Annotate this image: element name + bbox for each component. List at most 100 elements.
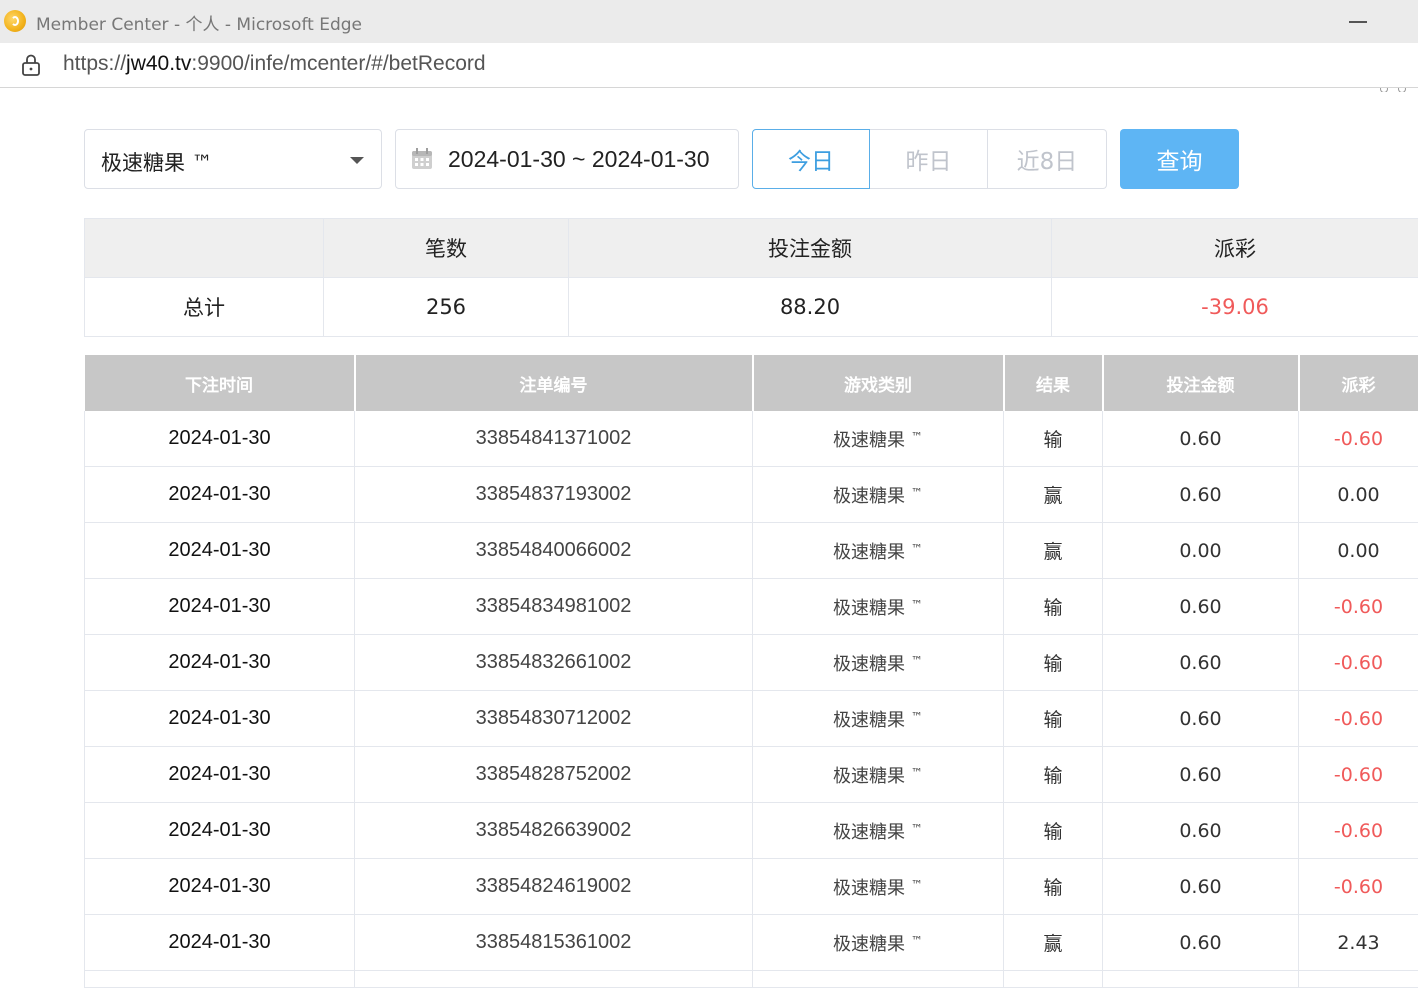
- cell-payout: -0.60: [1298, 858, 1418, 915]
- game-select[interactable]: 极速糖果 ™: [84, 129, 382, 189]
- cell-game: 极速糖果 ™: [752, 522, 1004, 579]
- trademark-mark: ™: [911, 709, 923, 724]
- cell-time: 2024-01-30: [84, 914, 355, 971]
- cell-game: 极速糖果 ™: [752, 746, 1004, 803]
- game-name: 极速糖果: [833, 877, 905, 899]
- cell-result: 赢: [1003, 466, 1103, 523]
- table-row[interactable]: 2024-01-30 33854837193002 极速糖果 ™ 赢 0.60 0.00: [84, 466, 1418, 523]
- cell-bet-amount: 0.60: [1102, 802, 1299, 859]
- url-path: :9900/infe/mcenter/#/betRecord: [191, 52, 486, 75]
- date-range-picker[interactable]: 2024-01-30 ~ 2024-01-30: [395, 129, 739, 189]
- cell-result: 赢: [1003, 914, 1103, 971]
- cell-time: 2024-01-30: [84, 466, 355, 523]
- summary-header-row: 笔数 投注金额 派彩: [84, 218, 1418, 278]
- game-name: 极速糖果: [833, 541, 905, 563]
- chevron-down-icon[interactable]: [350, 157, 364, 164]
- cell-bet-amount: 0.60: [1102, 858, 1299, 915]
- cell-time: 2024-01-30: [84, 690, 355, 747]
- table-row[interactable]: 2024-01-30 33854824619002 极速糖果 ™ 输 0.60 -0.60: [84, 858, 1418, 915]
- url-scheme: https://: [63, 52, 127, 75]
- table-row[interactable]: 2024-01-30 33854830712002 极速糖果 ™ 输 0.60 -0.60: [84, 690, 1418, 747]
- game-name: 极速糖果: [833, 765, 905, 787]
- game-name: 极速糖果: [833, 709, 905, 731]
- records-body: 2024-01-30 33854841371002 极速糖果 ™ 输 0.60 -0.60 2…: [84, 411, 1418, 988]
- cell-empty: [354, 970, 753, 988]
- today-button[interactable]: 今日: [752, 129, 870, 189]
- cell-result: 输: [1003, 411, 1103, 467]
- cell-game: 极速糖果 ™: [752, 634, 1004, 691]
- cell-time: 2024-01-30: [84, 522, 355, 579]
- table-row[interactable]: 2024-01-30 33854826639002 极速糖果 ™ 输 0.60 -0.60: [84, 802, 1418, 859]
- summary-header-blank: [84, 218, 324, 278]
- cell-game: 极速糖果 ™: [752, 858, 1004, 915]
- cell-bet-id: 33854841371002: [354, 411, 753, 467]
- table-row[interactable]: 2024-01-30 33854841371002 极速糖果 ™ 输 0.60 -0.60: [84, 411, 1418, 467]
- cell-bet-amount: 0.60: [1102, 914, 1299, 971]
- date-range-value: 2024-01-30 ~ 2024-01-30: [448, 146, 710, 172]
- last-8-days-button[interactable]: 近8日: [988, 129, 1107, 189]
- summary-table: 笔数 投注金额 派彩 总计 256 88.20 -39.06: [84, 218, 1418, 337]
- window-title: Member Center - 个人 - Microsoft Edge: [36, 15, 362, 35]
- cell-bet-id: 33854832661002: [354, 634, 753, 691]
- cell-result: 输: [1003, 858, 1103, 915]
- trademark-mark: ™: [911, 933, 923, 948]
- column-header-bet[interactable]: 投注金额: [1102, 355, 1300, 411]
- table-row[interactable]: 2024-01-30 33854834981002 极速糖果 ™ 输 0.60 -0.60: [84, 578, 1418, 635]
- table-row[interactable]: 2024-01-30 33854840066002 极速糖果 ™ 赢 0.00 0.00: [84, 522, 1418, 579]
- summary-payout: -39.06: [1051, 277, 1418, 337]
- column-header-game[interactable]: 游戏类别: [752, 355, 1005, 411]
- cell-bet-amount: 0.60: [1102, 578, 1299, 635]
- cell-payout: 0.00: [1298, 522, 1418, 579]
- table-row[interactable]: 2024-01-30 33854828752002 极速糖果 ™ 输 0.60 -0.60: [84, 746, 1418, 803]
- trademark-mark: ™: [911, 821, 923, 836]
- corner-controls-cutoff: [1376, 88, 1410, 92]
- cell-time: 2024-01-30: [84, 858, 355, 915]
- trademark-mark: ™: [911, 541, 923, 556]
- cell-bet-id: 33854834981002: [354, 578, 753, 635]
- yesterday-button[interactable]: 昨日: [870, 129, 988, 189]
- cell-result: 输: [1003, 578, 1103, 635]
- game-name: 极速糖果: [833, 485, 905, 507]
- cell-empty: [1298, 970, 1418, 988]
- column-header-time[interactable]: 下注时间: [84, 355, 356, 411]
- game-select-value: 极速糖果 ™: [101, 151, 213, 175]
- cell-game: 极速糖果 ™: [752, 411, 1004, 467]
- cell-bet-amount: 0.60: [1102, 466, 1299, 523]
- cell-bet-amount: 0.60: [1102, 690, 1299, 747]
- game-name: 极速糖果: [833, 597, 905, 619]
- summary-bet-amount: 88.20: [568, 277, 1052, 337]
- cell-time: 2024-01-30: [84, 578, 355, 635]
- cell-payout: -0.60: [1298, 634, 1418, 691]
- column-header-payout[interactable]: 派彩: [1298, 355, 1418, 411]
- cell-game: 极速糖果 ™: [752, 466, 1004, 523]
- column-header-id[interactable]: 注单编号: [354, 355, 754, 411]
- game-name: 极速糖果: [833, 653, 905, 675]
- summary-total-label: 总计: [84, 277, 324, 337]
- summary-total-row: 总计 256 88.20 -39.06: [84, 277, 1418, 337]
- cell-empty: [84, 970, 355, 988]
- minimize-icon[interactable]: [1349, 21, 1367, 23]
- table-row-cutoff: [84, 970, 1418, 988]
- cell-bet-id: 33854826639002: [354, 802, 753, 859]
- summary-header-count: 笔数: [323, 218, 569, 278]
- query-button[interactable]: 查询: [1120, 129, 1239, 189]
- cell-empty: [1003, 970, 1103, 988]
- table-row[interactable]: 2024-01-30 33854815361002 极速糖果 ™ 赢 0.60 2.43: [84, 914, 1418, 971]
- cell-time: 2024-01-30: [84, 634, 355, 691]
- cell-game: 极速糖果 ™: [752, 690, 1004, 747]
- address-bar[interactable]: https://jw40.tv:9900/infe/mcenter/#/betR…: [0, 43, 1418, 88]
- cell-payout: 2.43: [1298, 914, 1418, 971]
- cell-bet-id: 33854837193002: [354, 466, 753, 523]
- lock-icon[interactable]: [20, 53, 42, 77]
- browser-titlebar: Member Center - 个人 - Microsoft Edge: [0, 0, 1418, 43]
- url-text[interactable]: https://jw40.tv:9900/infe/mcenter/#/betR…: [63, 52, 486, 76]
- cell-game: 极速糖果 ™: [752, 802, 1004, 859]
- cell-payout: -0.60: [1298, 746, 1418, 803]
- table-row[interactable]: 2024-01-30 33854832661002 极速糖果 ™ 输 0.60 -0.60: [84, 634, 1418, 691]
- cell-result: 输: [1003, 746, 1103, 803]
- cell-empty: [1102, 970, 1299, 988]
- cell-bet-amount: 0.60: [1102, 411, 1299, 467]
- column-header-result[interactable]: 结果: [1003, 355, 1104, 411]
- cell-time: 2024-01-30: [84, 802, 355, 859]
- cell-game: 极速糖果 ™: [752, 578, 1004, 635]
